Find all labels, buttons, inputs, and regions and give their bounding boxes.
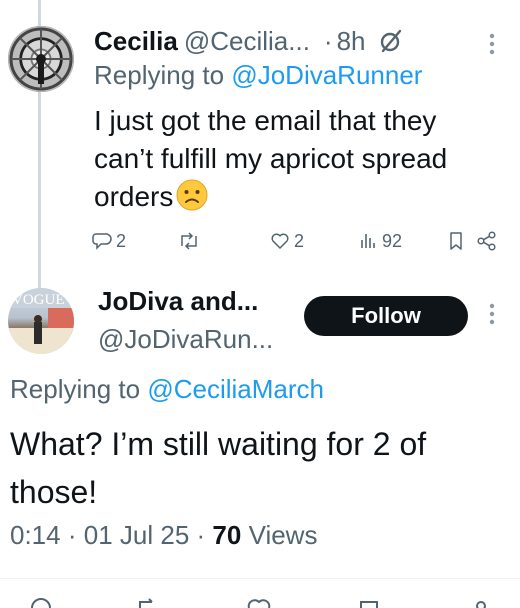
- tweet-header: Cecilia @Cecilia... · 8h: [94, 24, 404, 58]
- separator-dot: ·: [67, 520, 77, 550]
- separator-dot: ·: [323, 25, 333, 56]
- reply-icon[interactable]: [26, 594, 56, 608]
- tweet-text-content: I just got the email that they can’t ful…: [94, 105, 448, 212]
- reply-count: 2: [116, 230, 127, 251]
- reply-tweet[interactable]: Cecilia @Cecilia... · 8h Replying to @Jo…: [0, 0, 520, 262]
- tweet-actions: 2 2 92: [90, 226, 510, 256]
- more-options-icon[interactable]: [480, 30, 504, 58]
- tweet-meta: 0:14 · 01 Jul 25 · 70 Views: [10, 520, 317, 551]
- mention-link[interactable]: @JoDivaRunner: [231, 60, 422, 90]
- replying-to: Replying to @JoDivaRunner: [94, 60, 422, 91]
- bookmark-action[interactable]: [446, 226, 466, 256]
- share-action[interactable]: [476, 226, 498, 256]
- follow-button[interactable]: Follow: [304, 296, 468, 336]
- reply-action[interactable]: 2: [92, 226, 126, 256]
- avatar[interactable]: [8, 26, 74, 92]
- analytics-icon: [361, 234, 375, 248]
- heart-icon: [271, 233, 289, 249]
- bookmark-icon: [450, 232, 462, 250]
- user-handle[interactable]: @Cecilia...: [184, 26, 310, 57]
- separator-dot: ·: [196, 520, 206, 550]
- like-action[interactable]: 2: [270, 226, 304, 256]
- tweet-text: I just got the email that they can’t ful…: [94, 102, 494, 216]
- views-count: 70: [212, 520, 242, 550]
- replying-to-label: Replying to: [94, 60, 225, 90]
- display-name[interactable]: JoDiva and...: [98, 286, 258, 317]
- more-options-icon[interactable]: [480, 300, 504, 328]
- timestamp[interactable]: 8h: [337, 26, 366, 57]
- tweet-text: What? I’m still waiting for 2 of those!: [10, 426, 427, 510]
- views-action[interactable]: 92: [358, 226, 402, 256]
- view-count: 92: [382, 230, 403, 251]
- confused-face-icon: [175, 178, 209, 212]
- reply-icon: [92, 233, 112, 250]
- share-icon[interactable]: [466, 594, 496, 608]
- share-icon: [477, 231, 496, 251]
- divider: [0, 578, 520, 579]
- mention-link[interactable]: @CeciliaMarch: [147, 374, 324, 404]
- like-count: 2: [294, 230, 305, 251]
- timestamp[interactable]: 0:14: [10, 520, 61, 550]
- date[interactable]: 01 Jul 25: [84, 520, 190, 550]
- action-bar-partial: [0, 594, 520, 608]
- user-handle[interactable]: @JoDivaRun...: [98, 324, 273, 355]
- heart-icon[interactable]: [244, 594, 274, 608]
- replying-to-label: Replying to: [10, 374, 141, 404]
- display-name[interactable]: Cecilia: [94, 26, 178, 57]
- avatar-logo-text: VOGUE: [12, 292, 65, 308]
- avatar[interactable]: VOGUE: [8, 288, 74, 354]
- retweet-icon[interactable]: [132, 594, 162, 608]
- retweet-icon: [181, 232, 197, 250]
- bookmark-icon[interactable]: [354, 594, 384, 608]
- retweet-action[interactable]: [178, 226, 204, 256]
- grok-icon[interactable]: [378, 28, 404, 54]
- replying-to: Replying to @CeciliaMarch: [10, 374, 324, 405]
- views-label: Views: [248, 520, 318, 550]
